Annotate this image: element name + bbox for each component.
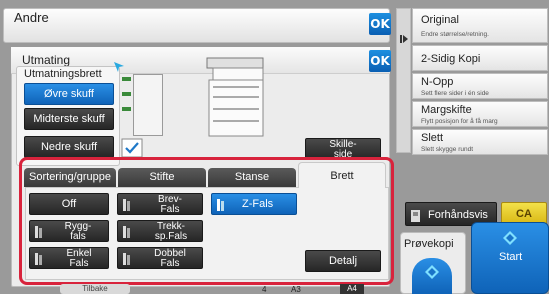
tray-middle-button[interactable]: Midterste skuff: [24, 108, 114, 130]
fold-letter-button[interactable]: Brev- Fals: [117, 193, 203, 215]
proof-copy-button[interactable]: [412, 258, 452, 294]
proof-copy-label: Prøvekopi: [404, 238, 454, 250]
fold-half-button[interactable]: Enkel Fals: [29, 247, 109, 269]
n-up-button[interactable]: N-Opp Sett flere sider i én side: [412, 73, 548, 99]
fold-saddle-button[interactable]: Rygg- fals: [29, 220, 109, 242]
fold-accordion-label: Trekk- sp.Fals: [154, 221, 188, 242]
fold-double-label: Dobbel Fals: [154, 248, 186, 269]
double-fold-icon: [123, 253, 131, 265]
paper-size-1: A3: [291, 285, 301, 294]
tray-upper-button[interactable]: Øvre skuff: [24, 83, 114, 105]
fold-accordion-button[interactable]: Trekk- sp.Fals: [117, 220, 203, 242]
original-button[interactable]: Original Endre størrelse/retning.: [412, 8, 548, 43]
tray-arrow-icon: [113, 60, 125, 72]
output-tray-indicators-icon: [122, 72, 132, 120]
finisher-unit-icon: [133, 74, 163, 136]
expand-arrow-icon: [400, 31, 408, 49]
dialog-ok-button[interactable]: OK: [369, 50, 391, 72]
n-up-subtitle: Sett flere sider i én side: [421, 90, 489, 97]
fold-off-button[interactable]: Off: [29, 193, 109, 215]
header-title: Andre: [14, 10, 49, 25]
letter-fold-icon: [123, 199, 131, 211]
tray-lower-button[interactable]: Nedre skuff: [24, 136, 114, 158]
erase-subtitle: Slett skygge rundt: [421, 146, 474, 153]
accordion-fold-icon: [123, 226, 131, 238]
z-fold-icon: [217, 199, 225, 211]
checkbox-icon[interactable]: [121, 138, 143, 158]
margin-shift-button[interactable]: Margskifte Flytt posisjon for å få marg: [412, 101, 548, 127]
preview-label: Forhåndsvis: [428, 209, 488, 221]
start-button[interactable]: Start: [471, 222, 549, 294]
preview-icon: [411, 209, 421, 227]
dialog-title: Utmating: [22, 53, 71, 67]
fold-detail-button[interactable]: Detalj: [305, 250, 381, 272]
header-bar: [3, 8, 390, 43]
printer-machine-icon: [203, 56, 265, 138]
paper-size-2: A4: [340, 284, 364, 294]
header-ok-button[interactable]: OK: [369, 13, 391, 35]
start-label: Start: [499, 251, 523, 263]
duplex-copy-title: 2-Sidig Kopi: [421, 53, 481, 65]
margin-shift-title: Margskifte: [421, 104, 472, 116]
saddle-fold-icon: [35, 226, 43, 238]
back-button[interactable]: Tilbake: [60, 284, 130, 294]
output-tray-label: Utmatningsbrett: [24, 68, 102, 80]
fold-z-label: Z-Fals: [242, 198, 274, 210]
erase-button[interactable]: Slett Slett skygge rundt: [412, 129, 548, 155]
margin-shift-subtitle: Flytt posisjon for å få marg: [421, 118, 498, 125]
duplex-copy-button[interactable]: 2-Sidig Kopi: [412, 45, 548, 71]
copies-count: 4: [262, 285, 267, 294]
original-title: Original: [421, 14, 459, 26]
proof-start-icon: [425, 265, 439, 284]
fold-letter-label: Brev- Fals: [158, 194, 182, 215]
side-expand-tab[interactable]: [396, 8, 411, 153]
start-icon: [503, 231, 517, 250]
erase-title: Slett: [421, 132, 444, 144]
fold-double-button[interactable]: Dobbel Fals: [117, 247, 203, 269]
fold-saddle-label: Rygg- fals: [64, 221, 92, 242]
fold-z-button[interactable]: Z-Fals: [211, 193, 297, 215]
original-subtitle: Endre størrelse/retning.: [421, 31, 489, 38]
half-fold-icon: [35, 253, 43, 265]
n-up-title: N-Opp: [421, 76, 454, 88]
fold-half-label: Enkel Fals: [66, 248, 92, 269]
